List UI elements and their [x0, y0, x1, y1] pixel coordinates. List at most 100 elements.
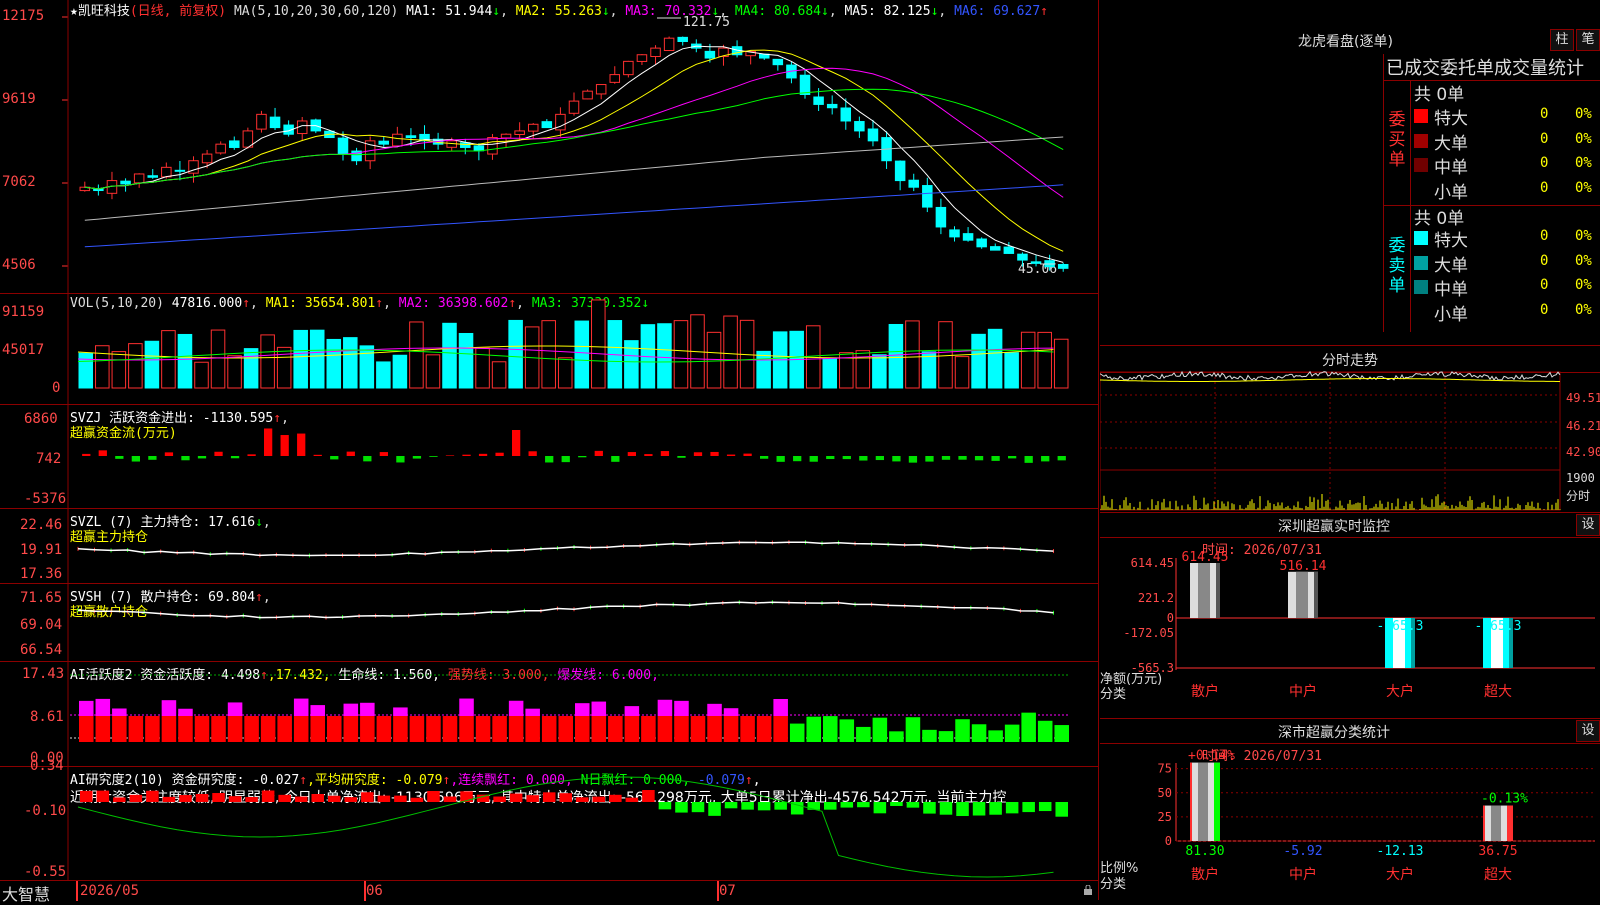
bottom-value: -5.92 [1283, 844, 1322, 859]
ai-research-plot[interactable] [0, 767, 1098, 880]
order-size-label: 小单 [1434, 182, 1468, 203]
bar-mode-button[interactable]: 柱 [1550, 29, 1574, 51]
main-divider [1098, 0, 1099, 900]
research-bar [939, 802, 953, 815]
activity-bar [161, 716, 177, 742]
fund-flow-bar [462, 454, 471, 456]
activity-bar [624, 706, 640, 716]
svsh-plot[interactable] [0, 584, 1098, 661]
research-bar [328, 795, 341, 802]
tick-mode-button[interactable]: 笔 [1576, 29, 1600, 51]
research-bar [840, 802, 854, 808]
svzl-pane[interactable]: SVZL (7) 主力持仓: 17.616↓, 超赢主力持仓 22.46 19.… [0, 509, 1098, 584]
research-bar [261, 790, 275, 802]
svzj-pane[interactable]: SVZJ 活跃资金进出: -1130.595↑, 超赢资金流(万元) 6860 … [0, 405, 1098, 509]
fund-flow-bar [627, 452, 636, 456]
fund-flow-bar [660, 451, 670, 456]
activity-bar [905, 717, 921, 742]
y-tick-label: -172.05 [1123, 626, 1174, 640]
activity-bar [112, 708, 127, 716]
fund-flow-bar [561, 456, 570, 463]
intraday-panel[interactable]: 分时走势 49.51 46.21 42.90 1900 分时 [1100, 345, 1600, 513]
research-bar [691, 802, 705, 813]
candle-body [133, 173, 145, 184]
ai-research-pane[interactable]: AI研究度2(10) 资金研究度: -0.027↑,平均研究度: -0.079↑… [0, 758, 1098, 881]
candle-body [269, 116, 281, 129]
bar-group [1288, 571, 1318, 618]
fund-flow-bar [1041, 456, 1050, 462]
candle-body [582, 90, 593, 100]
research-bar [972, 802, 986, 816]
volume-pane[interactable]: VOL(5,10,20) 47816.000↑, MA1: 35654.801↑… [0, 294, 1098, 405]
activity-bar [227, 702, 243, 716]
fund-flow-bar [280, 435, 289, 456]
activity-bar [591, 716, 607, 742]
order-size-label: 特大 [1434, 231, 1468, 251]
svzj-plot[interactable] [0, 405, 1098, 508]
research-bar [1022, 802, 1035, 813]
activity-bar [508, 716, 524, 742]
order-size-label: 中单 [1434, 280, 1468, 300]
fund-flow-bar [330, 456, 339, 460]
activity-bar [1054, 725, 1069, 742]
label-char: 委 [1388, 110, 1406, 130]
fund-flow-bar [594, 450, 603, 456]
order-percent: 0% [1575, 301, 1592, 318]
fund-flow-bar [412, 456, 422, 459]
candle-body [677, 36, 688, 42]
ai-activity-plot[interactable] [0, 662, 1098, 766]
activity-bar [277, 716, 292, 742]
volume-bar [359, 345, 375, 389]
fund-flow-bar [760, 456, 769, 459]
indicator-line [77, 601, 1054, 619]
candle-body [772, 58, 784, 66]
volume-bar [392, 354, 408, 389]
candle-body [867, 128, 879, 142]
activity-bar [426, 716, 441, 742]
research-bar [757, 802, 771, 811]
research-bar [377, 795, 391, 802]
value-bar [1296, 571, 1308, 618]
fund-flow-bar [578, 456, 587, 458]
candle-body [201, 153, 213, 164]
fund-flow-bar [892, 456, 901, 462]
intraday-plot[interactable] [1100, 346, 1600, 513]
candle-body [256, 113, 267, 130]
candlestick-pane[interactable]: ★凯旺科技(日线, 前复权) MA(5,10,20,30,60,120) MA1… [0, 0, 1098, 294]
activity-bar [79, 700, 94, 716]
volume-bar [293, 329, 308, 389]
research-bar [410, 797, 424, 802]
candlestick-plot[interactable] [0, 0, 1098, 293]
research-line [77, 776, 1054, 878]
color-swatch [1414, 255, 1428, 270]
fund-flow-bar [313, 454, 322, 456]
order-stat-row: 小单 0 0% [1412, 300, 1600, 325]
fund-flow-bar [925, 456, 934, 462]
svzl-plot[interactable] [0, 509, 1098, 583]
volume-bar [508, 319, 523, 389]
activity-bar [740, 716, 755, 742]
fund-flow-bar [429, 456, 438, 457]
candle-body [976, 238, 987, 248]
candle-body [473, 145, 485, 152]
y-tick-label: 0 [1167, 611, 1174, 625]
fund-flow-bar [991, 456, 1000, 461]
activity-bar [327, 716, 342, 742]
research-bar [923, 802, 936, 814]
order-count: 0 [1540, 155, 1549, 171]
fund-flow-bar [164, 452, 174, 456]
candle-body [161, 166, 172, 178]
lock-icon[interactable] [1083, 885, 1093, 895]
ai-activity-pane[interactable]: AI活跃度2 资金活跃度: 4.498↑,17.432, 生命线: 1.560,… [0, 662, 1098, 767]
order-stat-row: 中单 0 0% [1412, 275, 1600, 300]
activity-bar [938, 731, 954, 742]
y-tick-label: 75 [1158, 762, 1172, 776]
candle-body [541, 121, 553, 129]
activity-bar [889, 731, 904, 742]
fund-flow-bar [875, 456, 884, 461]
order-size-label: 大单 [1434, 133, 1468, 154]
volume-plot[interactable] [0, 294, 1098, 404]
svsh-pane[interactable]: SVSH (7) 散户持仓: 69.804↑, 超赢散户持仓 71.65 69.… [0, 584, 1098, 662]
activity-bar [194, 716, 210, 742]
candle-body [378, 140, 390, 145]
